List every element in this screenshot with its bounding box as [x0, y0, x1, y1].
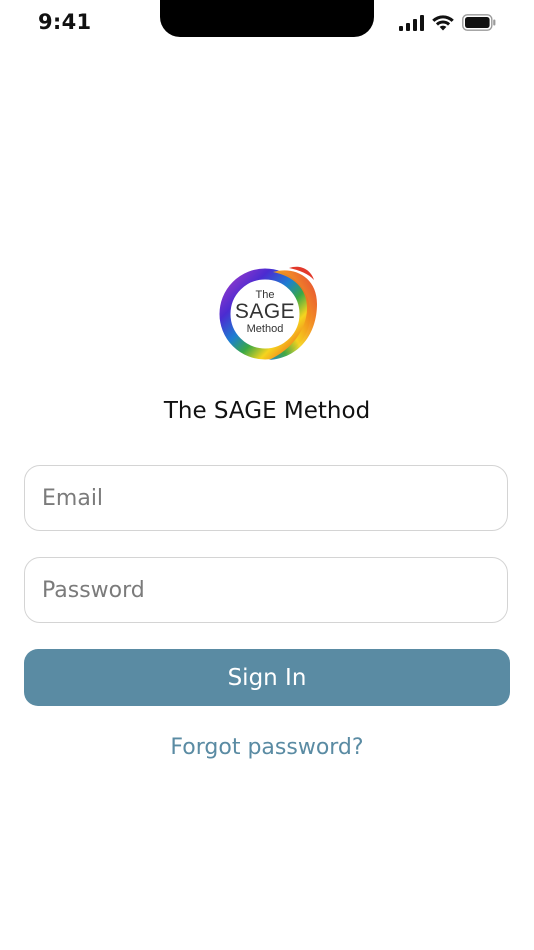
email-field[interactable]: [24, 465, 508, 531]
sign-in-button[interactable]: Sign In: [24, 649, 510, 706]
logo-line-method: Method: [246, 323, 284, 335]
wifi-icon: [431, 14, 455, 31]
status-icons: [399, 14, 496, 31]
password-input[interactable]: [25, 558, 507, 622]
device-notch: [160, 0, 374, 37]
status-time: 9:41: [38, 10, 92, 34]
login-screen: 9:41 The SAGE Method The SAGE Method Ema…: [0, 0, 534, 950]
logo-wordmark: The SAGE Method: [213, 262, 315, 362]
sage-method-logo: The SAGE Method: [213, 262, 323, 366]
app-title: The SAGE Method: [163, 398, 371, 424]
battery-icon: [462, 14, 496, 31]
email-input[interactable]: [25, 466, 507, 530]
forgot-password-link[interactable]: Forgot password?: [0, 735, 534, 760]
logo-line-sage: SAGE: [234, 300, 296, 323]
status-bar: 9:41: [0, 0, 534, 50]
cellular-signal-icon: [399, 14, 424, 31]
password-field[interactable]: [24, 557, 508, 623]
